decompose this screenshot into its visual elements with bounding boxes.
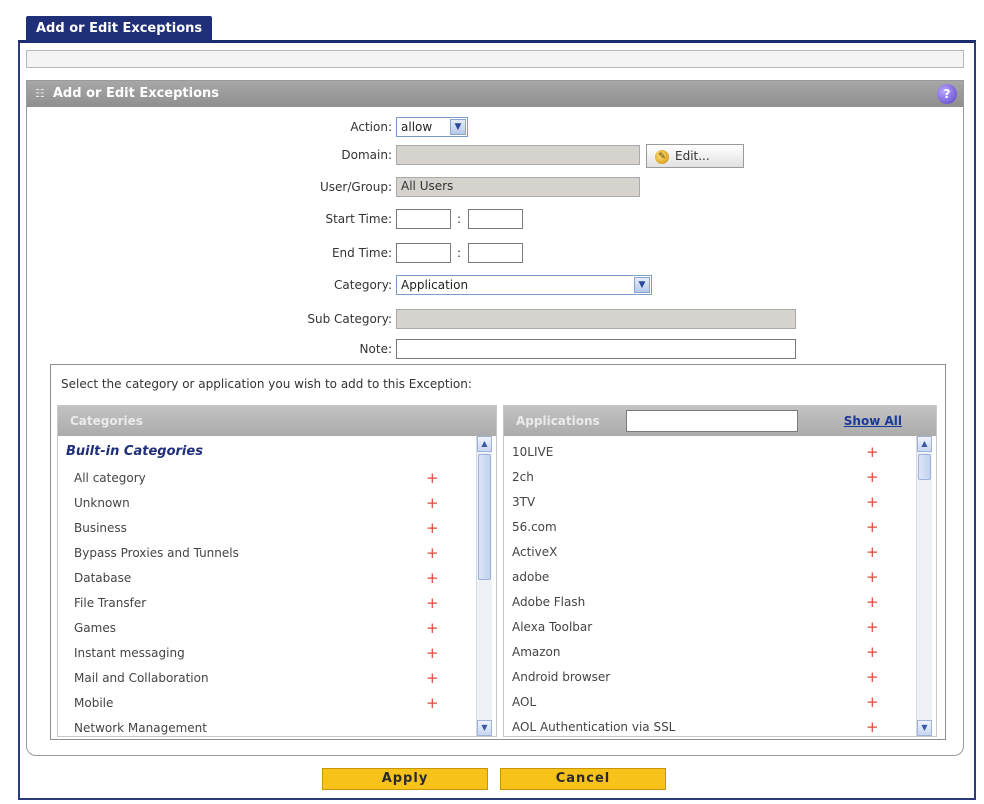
- category-select[interactable]: Application ▼: [396, 275, 652, 295]
- start-minute-input[interactable]: [468, 209, 523, 229]
- category-item[interactable]: Bypass Proxies and Tunnels: [74, 543, 239, 563]
- application-item[interactable]: Amazon: [512, 642, 561, 662]
- chevron-down-icon: ▼: [450, 119, 466, 135]
- add-icon[interactable]: +: [426, 518, 439, 538]
- applications-scrollbar[interactable]: ▲ ▼: [916, 436, 932, 736]
- add-icon[interactable]: +: [866, 492, 879, 512]
- categories-scrollbar[interactable]: ▲ ▼: [476, 436, 492, 736]
- cancel-button[interactable]: Cancel: [500, 768, 666, 790]
- add-icon[interactable]: +: [866, 542, 879, 562]
- category-item[interactable]: Mail and Collaboration: [74, 668, 209, 688]
- chevron-down-icon: ▼: [634, 277, 650, 293]
- application-item[interactable]: Android browser: [512, 667, 610, 687]
- add-icon[interactable]: +: [426, 643, 439, 663]
- domain-field[interactable]: [396, 145, 640, 165]
- end-hour-input[interactable]: [396, 243, 451, 263]
- note-label: Note:: [359, 342, 392, 356]
- category-item[interactable]: All category: [74, 468, 146, 488]
- sub-category-label: Sub Category:: [307, 312, 392, 326]
- panel-header: ☷ Add or Edit Exceptions ?: [27, 81, 963, 107]
- application-item[interactable]: AOL Authentication via SSL: [512, 717, 675, 736]
- category-item[interactable]: Mobile: [74, 693, 113, 713]
- add-icon[interactable]: +: [866, 692, 879, 712]
- add-icon[interactable]: +: [426, 693, 439, 713]
- application-item[interactable]: AOL: [512, 692, 536, 712]
- scroll-down-icon[interactable]: ▼: [917, 720, 932, 736]
- category-item[interactable]: Unknown: [74, 493, 130, 513]
- applications-list: Applications Show All 10LIVE + 2ch + 3TV…: [503, 405, 937, 737]
- application-item[interactable]: 3TV: [512, 492, 535, 512]
- application-item[interactable]: 2ch: [512, 467, 534, 487]
- start-time-separator: :: [457, 212, 462, 226]
- category-label: Category:: [334, 278, 392, 292]
- category-item[interactable]: Database: [74, 568, 131, 588]
- add-icon[interactable]: +: [866, 642, 879, 662]
- add-icon[interactable]: +: [426, 543, 439, 563]
- application-item[interactable]: Alexa Toolbar: [512, 617, 592, 637]
- applications-search-input[interactable]: [626, 410, 798, 432]
- sub-category-field[interactable]: [396, 309, 796, 329]
- add-icon[interactable]: +: [866, 467, 879, 487]
- note-input[interactable]: [396, 339, 796, 359]
- add-icon[interactable]: +: [426, 593, 439, 613]
- selection-box: Select the category or application you w…: [50, 364, 946, 740]
- add-icon[interactable]: +: [426, 493, 439, 513]
- action-label: Action:: [350, 120, 392, 134]
- scroll-up-icon[interactable]: ▲: [917, 436, 932, 452]
- user-group-label: User/Group:: [320, 180, 392, 194]
- add-icon[interactable]: +: [866, 517, 879, 537]
- add-icon[interactable]: +: [866, 567, 879, 587]
- show-all-link[interactable]: Show All: [844, 406, 902, 436]
- category-value: Application: [401, 278, 469, 292]
- category-item[interactable]: File Transfer: [74, 593, 146, 613]
- panel-title: Add or Edit Exceptions: [52, 86, 220, 101]
- selection-prompt: Select the category or application you w…: [61, 377, 472, 391]
- application-item[interactable]: Adobe Flash: [512, 592, 585, 612]
- start-hour-input[interactable]: [396, 209, 451, 229]
- tab-add-or-edit-exceptions[interactable]: Add or Edit Exceptions: [26, 16, 213, 42]
- add-icon[interactable]: +: [426, 568, 439, 588]
- categories-header: Categories: [58, 406, 496, 436]
- edit-button-label: Edit...: [675, 149, 710, 163]
- add-icon[interactable]: +: [866, 617, 879, 637]
- applications-header: Applications Show All: [504, 406, 936, 436]
- category-item[interactable]: Network Management: [74, 718, 207, 736]
- action-select[interactable]: allow ▼: [396, 117, 468, 137]
- add-icon[interactable]: +: [866, 717, 879, 736]
- add-icon[interactable]: +: [426, 468, 439, 488]
- scroll-down-icon[interactable]: ▼: [477, 720, 492, 736]
- end-minute-input[interactable]: [468, 243, 523, 263]
- add-icon[interactable]: +: [866, 667, 879, 687]
- scroll-up-icon[interactable]: ▲: [477, 436, 492, 452]
- edit-domain-button[interactable]: ✎ Edit...: [646, 144, 744, 168]
- message-bar: [26, 50, 964, 68]
- end-time-separator: :: [457, 246, 462, 260]
- grip-icon: ☷: [35, 87, 45, 100]
- domain-label: Domain:: [341, 148, 392, 162]
- categories-group-title: Built-in Categories: [66, 444, 203, 459]
- user-group-field[interactable]: All Users: [396, 177, 640, 197]
- add-icon[interactable]: +: [866, 442, 879, 462]
- category-item[interactable]: Games: [74, 618, 116, 638]
- categories-list: Categories Built-in Categories All categ…: [57, 405, 497, 737]
- scroll-thumb[interactable]: [478, 454, 491, 580]
- application-item[interactable]: 56.com: [512, 517, 557, 537]
- help-icon[interactable]: ?: [937, 84, 957, 104]
- application-item[interactable]: ActiveX: [512, 542, 557, 562]
- end-time-label: End Time:: [331, 246, 392, 260]
- add-icon[interactable]: +: [426, 668, 439, 688]
- add-icon[interactable]: +: [426, 618, 439, 638]
- category-item[interactable]: Instant messaging: [74, 643, 185, 663]
- application-item[interactable]: adobe: [512, 567, 549, 587]
- apply-button[interactable]: Apply: [322, 768, 488, 790]
- edit-icon: ✎: [655, 149, 669, 164]
- applications-header-label: Applications: [516, 414, 600, 428]
- add-icon[interactable]: +: [866, 592, 879, 612]
- action-value: allow: [401, 120, 433, 134]
- start-time-label: Start Time:: [325, 212, 392, 226]
- scroll-thumb[interactable]: [918, 454, 931, 480]
- category-item[interactable]: Business: [74, 518, 127, 538]
- application-item[interactable]: 10LIVE: [512, 442, 553, 462]
